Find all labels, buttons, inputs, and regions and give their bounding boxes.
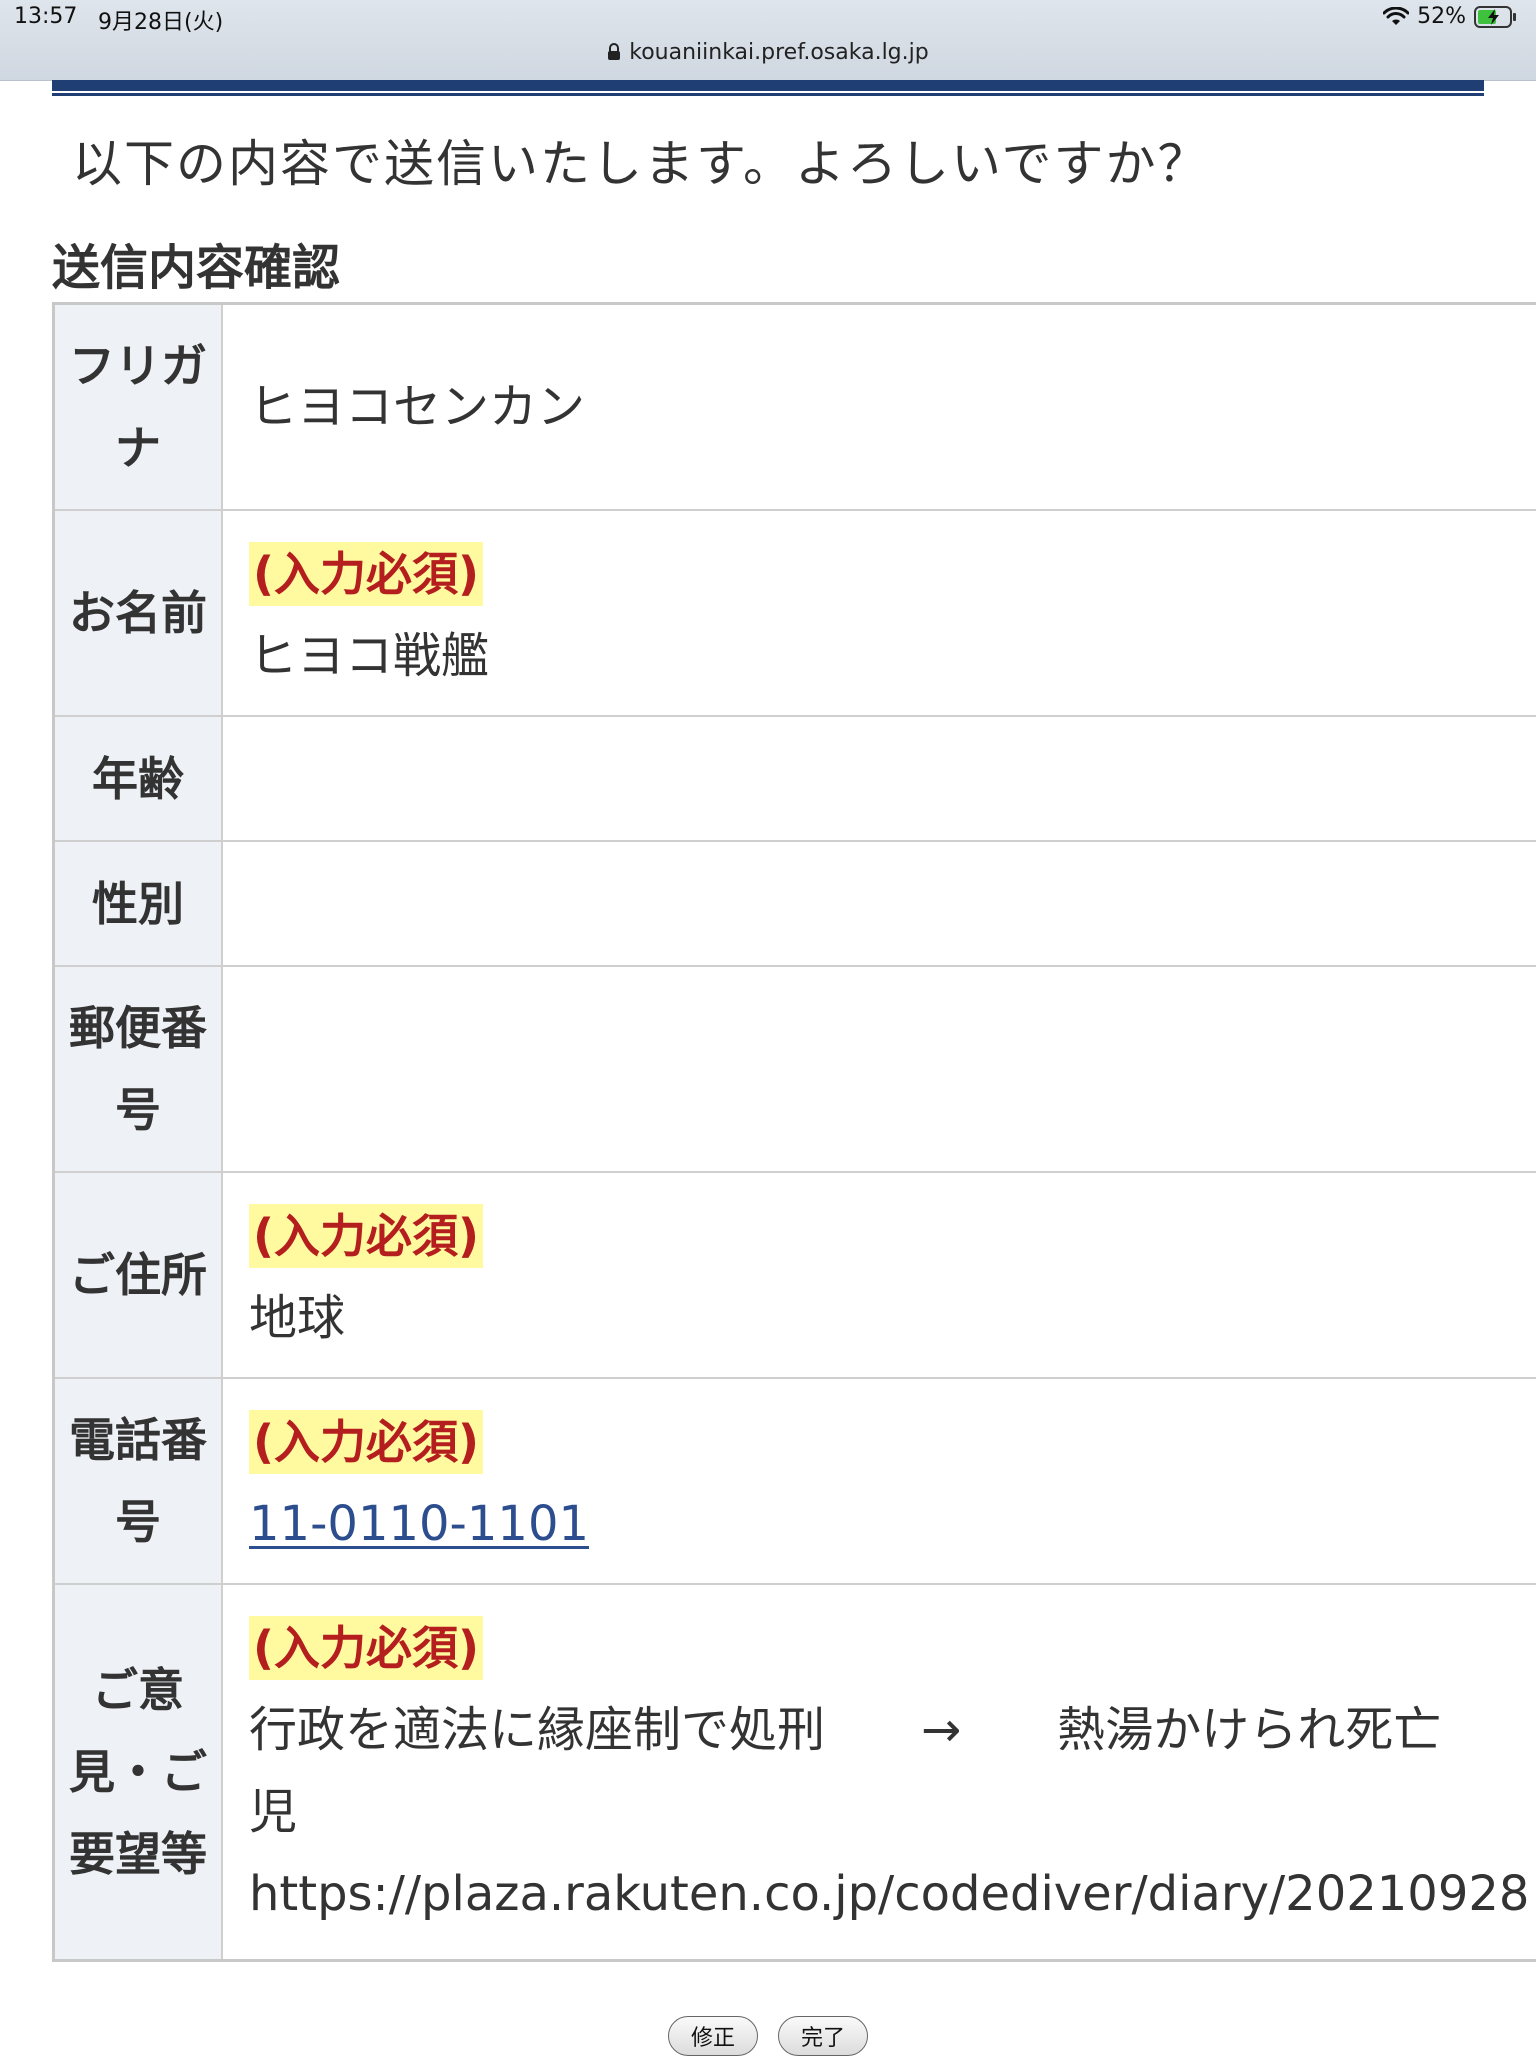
label-postal-code: 郵便番号 xyxy=(55,967,223,1171)
row-opinion: ご意見・ご要望等 (入力必須) 行政を適法に縁座制で処刑 → 熱湯かけられ死亡 … xyxy=(55,1585,1536,1959)
required-badge: (入力必須) xyxy=(249,1410,484,1474)
value-address-cell: (入力必須) 地球 xyxy=(223,1173,1536,1377)
value-name-cell: (入力必須) ヒヨコ戦艦 xyxy=(223,511,1536,715)
row-name: お名前 (入力必須) ヒヨコ戦艦 xyxy=(55,511,1536,717)
opinion-line: https://plaza.rakuten.co.jp/codediver/di… xyxy=(249,1866,1530,1922)
lock-icon xyxy=(607,42,621,67)
value-phone-cell: (入力必須) 11-0110-1101 xyxy=(223,1379,1536,1583)
label-name: お名前 xyxy=(55,511,223,715)
value-age xyxy=(223,717,1536,840)
section-title: 送信内容確認 xyxy=(52,240,341,296)
row-age: 年齢 xyxy=(55,717,1536,842)
url-bar[interactable]: kouaniinkai.pref.osaka.lg.jp xyxy=(0,40,1536,67)
row-furigana: フリガナ ヒヨコセンカン xyxy=(55,305,1536,511)
url-text: kouaniinkai.pref.osaka.lg.jp xyxy=(629,40,929,65)
status-date: 9月28日(火) xyxy=(98,10,224,35)
battery-percent: 52% xyxy=(1417,4,1466,29)
row-gender: 性別 xyxy=(55,842,1536,967)
battery-charging-icon xyxy=(1474,5,1518,28)
value-postal-code xyxy=(223,967,1536,1171)
confirm-table: フリガナ ヒヨコセンカン お名前 (入力必須) ヒヨコ戦艦 年齢 性別 郵便番号… xyxy=(52,302,1536,1962)
label-gender: 性別 xyxy=(55,842,223,965)
row-postal-code: 郵便番号 xyxy=(55,967,1536,1173)
opinion-line: 行政を適法に縁座制で処刑 → 熱湯かけられ死亡 xyxy=(249,1702,1442,1758)
label-furigana: フリガナ xyxy=(55,305,223,509)
confirm-message: 以下の内容で送信いたします。よろしいですか？ xyxy=(72,135,1210,193)
status-time: 13:57 xyxy=(14,4,78,29)
phone-link[interactable]: 11-0110-1101 xyxy=(249,1496,589,1552)
wifi-icon xyxy=(1383,6,1410,27)
label-address: ご住所 xyxy=(55,1173,223,1377)
value-opinion-cell: (入力必須) 行政を適法に縁座制で処刑 → 熱湯かけられ死亡 児 https:/… xyxy=(223,1585,1536,1959)
value-gender xyxy=(223,842,1536,965)
header-rule-thick xyxy=(52,80,1484,91)
complete-button[interactable]: 完了 xyxy=(778,2016,868,2056)
correct-button[interactable]: 修正 xyxy=(668,2016,758,2056)
header-rule-thin xyxy=(52,93,1484,96)
value-name: ヒヨコ戦艦 xyxy=(249,628,490,684)
label-age: 年齢 xyxy=(55,717,223,840)
value-furigana: ヒヨコセンカン xyxy=(249,379,586,435)
form-buttons: 修正 完了 xyxy=(0,2016,1536,2056)
status-right: 52% xyxy=(1383,4,1518,29)
browser-chrome: 13:57 9月28日(火) 52% kouaniinkai.pref.osak… xyxy=(0,0,1536,81)
label-phone: 電話番号 xyxy=(55,1379,223,1583)
value-address: 地球 xyxy=(249,1290,346,1346)
label-opinion: ご意見・ご要望等 xyxy=(55,1585,223,1959)
row-phone: 電話番号 (入力必須) 11-0110-1101 xyxy=(55,1379,1536,1585)
opinion-line: 児 xyxy=(249,1784,298,1840)
required-badge: (入力必須) xyxy=(249,1616,484,1680)
required-badge: (入力必須) xyxy=(249,1204,484,1268)
row-address: ご住所 (入力必須) 地球 xyxy=(55,1173,1536,1379)
required-badge: (入力必須) xyxy=(249,542,484,606)
